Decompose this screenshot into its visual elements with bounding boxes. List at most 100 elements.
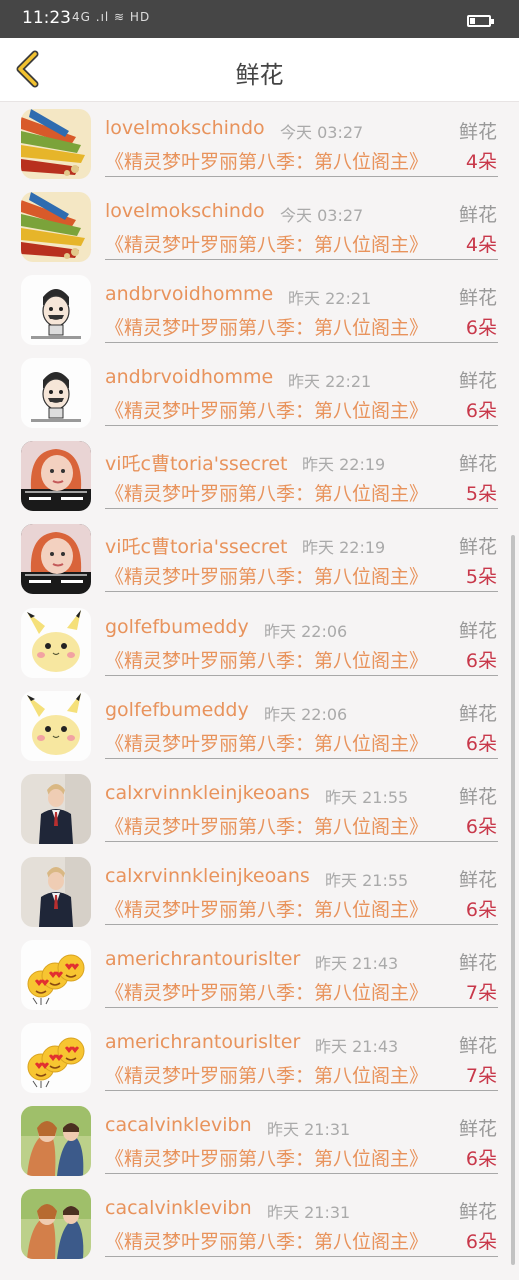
list-item[interactable]: lovelmokschindo 今天 03:27 鲜花《精灵梦叶罗丽第八季：第八位阁… xyxy=(0,185,519,268)
list-item[interactable]: americhrantourislter 昨天 21:43 鲜花 《精灵梦叶罗丽第八季… xyxy=(0,933,519,1016)
username[interactable]: andbrvoidhomme xyxy=(105,366,273,388)
avatar[interactable] xyxy=(21,275,91,346)
header: 鲜花 xyxy=(0,38,519,102)
timestamp: 昨天 22:19 xyxy=(302,538,386,558)
book-title[interactable]: 《精灵梦叶罗丽第八季：第八位阁主》 xyxy=(105,729,428,756)
divider xyxy=(105,923,498,925)
gift-type: 鲜花 xyxy=(458,785,497,808)
list-item[interactable]: golfefbumeddy 昨天 22:06 鲜花《精灵梦叶罗丽第八季：第八位阁主》… xyxy=(0,684,519,767)
book-title[interactable]: 《精灵梦叶罗丽第八季：第八位阁主》 xyxy=(105,646,428,673)
avatar[interactable] xyxy=(21,192,91,263)
gift-count: 6朵 xyxy=(465,400,497,423)
list-item[interactable]: andbrvoidhomme 昨天 22:21 鲜花 《精灵梦叶罗丽第八季：第八位阁主… xyxy=(0,351,519,434)
username[interactable]: golfefbumeddy xyxy=(105,616,249,638)
battery-level xyxy=(470,18,475,24)
username[interactable]: vi吒c曹toria'ssecret xyxy=(105,532,287,559)
list-item[interactable]: lovelmokschindo 今天 03:27 鲜花 《精灵梦叶罗丽第八季：第八位阁… xyxy=(0,102,519,185)
gift-type: 鲜花 xyxy=(458,453,497,476)
battery-icon xyxy=(467,15,494,27)
list-item[interactable]: calxrvinnkleinjkeoans 昨天 21:55 鲜花 《精灵梦叶罗丽第八… xyxy=(0,850,519,933)
book-title[interactable]: 《精灵梦叶罗丽第八季：第八位阁主》 xyxy=(105,1227,428,1254)
avatar[interactable] xyxy=(21,607,91,678)
timestamp: 昨天 21:43 xyxy=(315,953,399,973)
timestamp: 今天 03:27 xyxy=(280,206,364,226)
gift-type: 鲜花 xyxy=(458,536,497,559)
list-item[interactable]: golfefbumeddy 昨天 22:06 鲜花 《精灵梦叶罗丽第八季：第八位阁主》… xyxy=(0,601,519,684)
book-title[interactable]: 《精灵梦叶罗丽第八季：第八位阁主》 xyxy=(105,895,428,922)
gift-count: 6朵 xyxy=(465,1148,497,1171)
list-item[interactable]: calxrvinnkleinjkeoans 昨天 21:55 鲜花《精灵梦叶罗丽第八… xyxy=(0,767,519,850)
gift-type: 鲜花 xyxy=(458,287,497,310)
status-time: 11:23 xyxy=(22,8,71,28)
username[interactable]: americhrantourislter xyxy=(105,1031,300,1053)
gift-count: 4朵 xyxy=(465,151,497,173)
avatar[interactable] xyxy=(21,524,91,595)
list-item[interactable]: andbrvoidhomme 昨天 22:21 鲜花 《精灵梦叶罗丽第八季：第八位阁主… xyxy=(0,268,519,351)
book-title[interactable]: 《精灵梦叶罗丽第八季：第八位阁主》 xyxy=(105,396,428,423)
avatar[interactable] xyxy=(21,690,91,761)
book-title[interactable]: 《精灵梦叶罗丽第八季：第八位阁主》 xyxy=(105,230,428,257)
divider xyxy=(105,1006,498,1008)
timestamp: 昨天 21:31 xyxy=(267,1203,351,1223)
avatar[interactable] xyxy=(21,1023,91,1094)
avatar[interactable] xyxy=(21,109,91,179)
signal-wifi-icon: 4G .ıl ≋ HD xyxy=(72,10,151,24)
book-title[interactable]: 《精灵梦叶罗丽第八季：第八位阁主》 xyxy=(105,147,428,174)
avatar[interactable] xyxy=(21,939,91,1010)
book-title[interactable]: 《精灵梦叶罗丽第八季：第八位阁主》 xyxy=(105,812,428,839)
list-item[interactable]: cacalvinklevibn 昨天 21:31 鲜花《精灵梦叶罗丽第八季：第八位阁… xyxy=(0,1182,519,1265)
book-title[interactable]: 《精灵梦叶罗丽第八季：第八位阁主》 xyxy=(105,1144,428,1171)
username[interactable]: vi吒c曹toria'ssecret xyxy=(105,449,287,476)
username[interactable]: americhrantourislter xyxy=(105,948,300,970)
avatar[interactable] xyxy=(21,441,91,512)
timestamp: 昨天 22:06 xyxy=(264,621,348,641)
divider xyxy=(105,757,498,759)
gift-count: 6朵 xyxy=(465,732,497,755)
divider xyxy=(105,259,498,261)
username[interactable]: andbrvoidhomme xyxy=(105,283,273,305)
status-bar: 11:23 4G .ıl ≋ HD xyxy=(0,0,519,38)
timestamp: 昨天 22:21 xyxy=(288,372,372,392)
book-title[interactable]: 《精灵梦叶罗丽第八季：第八位阁主》 xyxy=(105,562,428,589)
username[interactable]: golfefbumeddy xyxy=(105,699,249,721)
avatar[interactable] xyxy=(21,1106,91,1177)
username[interactable]: lovelmokschindo xyxy=(105,117,265,139)
username[interactable]: calxrvinnkleinjkeoans xyxy=(105,865,310,887)
avatar[interactable] xyxy=(21,773,91,844)
divider xyxy=(105,508,498,510)
avatar[interactable] xyxy=(21,358,91,429)
gift-count: 6朵 xyxy=(465,898,497,921)
book-title[interactable]: 《精灵梦叶罗丽第八季：第八位阁主》 xyxy=(105,313,428,340)
username[interactable]: cacalvinklevibn xyxy=(105,1197,252,1219)
avatar[interactable] xyxy=(21,1189,91,1260)
gift-type: 鲜花 xyxy=(458,1201,497,1224)
book-title[interactable]: 《精灵梦叶罗丽第八季：第八位阁主》 xyxy=(105,479,428,506)
username[interactable]: calxrvinnkleinjkeoans xyxy=(105,782,310,804)
list-item[interactable]: americhrantourislter 昨天 21:43 鲜花 《精灵梦叶罗丽第八季… xyxy=(0,1016,519,1099)
timestamp: 昨天 21:43 xyxy=(315,1037,399,1057)
divider xyxy=(105,674,498,676)
gift-count: 6朵 xyxy=(465,649,497,672)
list-item[interactable]: vi吒c曹toria'ssecret 昨天 22:19 鲜花《精灵梦叶罗丽第八季：第… xyxy=(0,434,519,517)
gift-count: 7朵 xyxy=(465,1065,497,1088)
list-item[interactable]: vi吒c曹toria'ssecret 昨天 22:19 鲜花《精灵梦叶罗丽第八季：第… xyxy=(0,517,519,600)
divider xyxy=(105,1173,498,1175)
timestamp: 昨天 22:19 xyxy=(302,455,386,475)
gift-type: 鲜花 xyxy=(458,702,497,725)
username[interactable]: lovelmokschindo xyxy=(105,200,265,222)
timestamp: 昨天 21:55 xyxy=(325,787,409,807)
divider xyxy=(105,591,498,593)
gift-count: 6朵 xyxy=(465,317,497,340)
timestamp: 昨天 21:31 xyxy=(267,1120,351,1140)
book-title[interactable]: 《精灵梦叶罗丽第八季：第八位阁主》 xyxy=(105,978,428,1005)
gift-type: 鲜花 xyxy=(458,204,497,227)
timestamp: 昨天 22:06 xyxy=(264,704,348,724)
gift-type: 鲜花 xyxy=(458,121,497,143)
gift-list: lovelmokschindo 今天 03:27 鲜花 《精灵梦叶罗丽第八季：第八位阁… xyxy=(0,102,519,1265)
scrollbar[interactable] xyxy=(511,535,515,1265)
book-title[interactable]: 《精灵梦叶罗丽第八季：第八位阁主》 xyxy=(105,1061,428,1088)
avatar[interactable] xyxy=(21,856,91,927)
list-item[interactable]: cacalvinklevibn 昨天 21:31 鲜花 《精灵梦叶罗丽第八季：第八位阁… xyxy=(0,1099,519,1182)
username[interactable]: cacalvinklevibn xyxy=(105,1114,252,1136)
divider xyxy=(105,176,498,177)
